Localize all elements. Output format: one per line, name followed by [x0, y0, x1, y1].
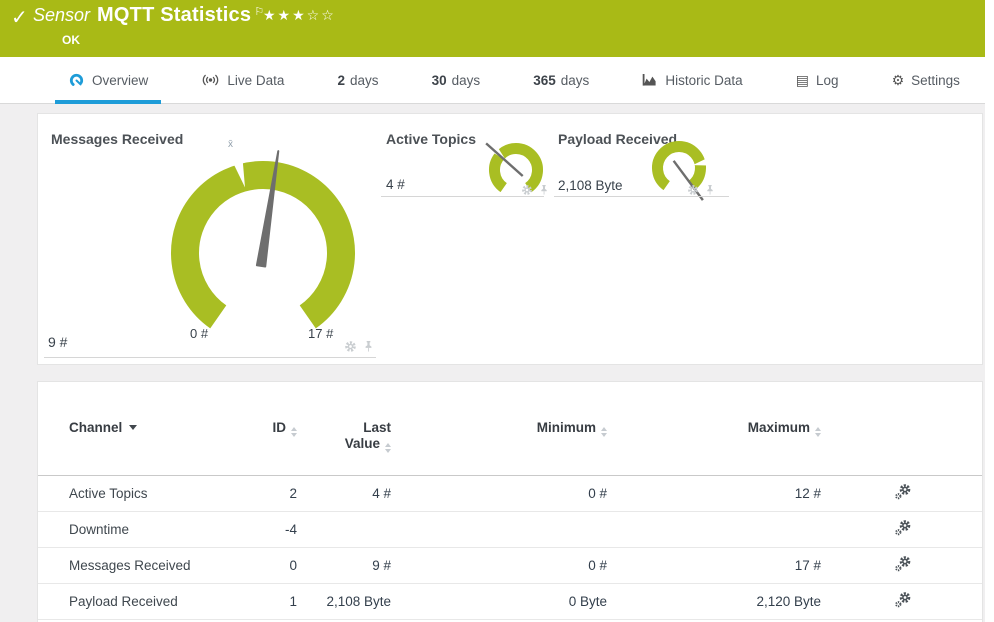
channel-id: 2 — [289, 486, 297, 501]
table-row: Active Topics 2 4 # 0 # 12 # — [38, 476, 982, 512]
table-row: Downtime -4 — [38, 512, 982, 548]
gauge-max-label: 17 # — [308, 326, 334, 341]
column-label: Maximum — [747, 420, 810, 435]
gauge-current-value: 9 # — [48, 334, 68, 350]
log-list-icon: ▤ — [795, 71, 809, 88]
sort-desc-icon — [129, 425, 138, 430]
tile-divider — [44, 357, 376, 358]
channel-last-value: 2,108 Byte — [326, 594, 391, 609]
sensor-title-row: Sensor MQTT Statistics ⚐ — [33, 4, 264, 27]
channel-minimum: 0 # — [588, 558, 607, 573]
channel-id: -4 — [284, 522, 297, 537]
tab-label: days — [451, 72, 481, 88]
gauge-min-label: 0 # — [190, 326, 209, 341]
channel-name[interactable]: Messages Received — [69, 558, 249, 573]
tile-actions — [521, 183, 549, 201]
overview-content: Messages Received x̄ 0 # 17 # 9 # Active… — [0, 104, 985, 622]
table-row: Payload Received 1 2,108 Byte 0 Byte 2,1… — [38, 584, 982, 620]
column-label: Value — [344, 436, 380, 451]
tile-divider — [381, 196, 544, 197]
channel-minimum: 0 Byte — [568, 594, 607, 609]
priority-stars[interactable]: ★★★☆☆ — [263, 7, 336, 24]
column-header-channel[interactable]: Channel — [69, 420, 249, 475]
channel-name[interactable]: Active Topics — [69, 486, 249, 501]
status-badge: OK — [62, 33, 80, 47]
column-label: ID — [272, 420, 287, 435]
gauge-current-value: 2,108 Byte — [558, 178, 623, 193]
tab-prefix: 2 — [337, 72, 345, 88]
table-row: Messages Received 0 9 # 0 # 17 # — [38, 548, 982, 584]
area-chart-icon — [642, 73, 658, 87]
tab-bar: Overview Live Data 2 days 30 days 365 da… — [0, 57, 985, 104]
channel-maximum: 12 # — [794, 486, 821, 501]
gauges-card: Messages Received x̄ 0 # 17 # 9 # Active… — [37, 113, 983, 365]
tab-label: Historic Data — [665, 72, 743, 88]
tab-historic-data[interactable]: Historic Data — [629, 57, 755, 103]
tab-prefix: 365 — [533, 72, 556, 88]
tab-overview[interactable]: Overview — [55, 57, 162, 104]
gauge-title-active-topics: Active Topics — [386, 131, 476, 147]
tab-label: days — [349, 72, 379, 88]
sensor-header: ✓ Sensor MQTT Statistics ⚐ ★★★☆☆ OK — [0, 0, 985, 57]
gauge-current-value: 4 # — [386, 177, 405, 192]
column-header-last-value[interactable]: Last Value — [297, 420, 391, 475]
tab-label: Overview — [92, 72, 149, 88]
tab-label: Settings — [911, 72, 960, 88]
channel-maximum: 17 # — [794, 558, 821, 573]
column-header-maximum[interactable]: Maximum — [607, 420, 821, 475]
channel-settings-icon[interactable] — [894, 519, 912, 540]
channel-settings-icon[interactable] — [894, 555, 912, 576]
channel-settings-icon[interactable] — [894, 591, 912, 612]
column-header-minimum[interactable]: Minimum — [391, 420, 607, 475]
column-label: Channel — [69, 420, 123, 435]
tile-actions — [687, 183, 715, 201]
gauge-icon — [68, 72, 85, 89]
tile-divider — [554, 196, 729, 197]
live-broadcast-icon — [201, 72, 220, 88]
channel-name[interactable]: Downtime — [69, 522, 249, 537]
channel-id: 1 — [289, 594, 297, 609]
tab-log[interactable]: ▤ Log — [783, 57, 852, 103]
channel-last-value: 4 # — [372, 486, 391, 501]
table-header-row: Channel ID Last Value Minimum Maximum — [38, 382, 982, 476]
column-label: Last — [363, 420, 391, 435]
pin-icon[interactable] — [705, 183, 715, 201]
column-label: Minimum — [536, 420, 596, 435]
gear-icon[interactable] — [521, 183, 533, 201]
average-marker-label: x̄ — [228, 139, 233, 150]
tab-label: Live Data — [227, 72, 285, 88]
tab-label: Log — [815, 72, 839, 88]
gear-icon[interactable] — [687, 183, 699, 201]
pin-icon[interactable] — [539, 183, 549, 201]
sensor-page: ✓ Sensor MQTT Statistics ⚐ ★★★☆☆ OK Overvi… — [0, 0, 985, 622]
column-header-id[interactable]: ID — [249, 420, 297, 475]
channel-name[interactable]: Payload Received — [69, 594, 249, 609]
tab-2-days[interactable]: 2 days — [324, 57, 391, 103]
pin-icon[interactable] — [363, 340, 374, 358]
tab-365-days[interactable]: 365 days — [520, 57, 602, 103]
channel-id: 0 — [289, 558, 297, 573]
tile-actions — [344, 340, 374, 358]
channels-table-card: Channel ID Last Value Minimum Maximum Ac… — [37, 381, 983, 622]
channel-last-value: 9 # — [372, 558, 391, 573]
tab-prefix: 30 — [431, 72, 447, 88]
page-title: MQTT Statistics — [97, 4, 252, 26]
messages-received-gauge — [148, 138, 378, 368]
channel-settings-icon[interactable] — [894, 483, 912, 504]
gear-icon: ⚙ — [891, 71, 905, 88]
tab-settings[interactable]: ⚙ Settings — [879, 57, 973, 103]
tab-live-data[interactable]: Live Data — [188, 57, 297, 103]
status-check-icon: ✓ — [11, 7, 28, 29]
tab-30-days[interactable]: 30 days — [419, 57, 494, 103]
channel-minimum: 0 # — [588, 486, 607, 501]
channel-maximum: 2,120 Byte — [756, 594, 821, 609]
gear-icon[interactable] — [344, 340, 357, 358]
object-kind-label: Sensor — [33, 5, 91, 25]
tab-label: days — [560, 72, 590, 88]
